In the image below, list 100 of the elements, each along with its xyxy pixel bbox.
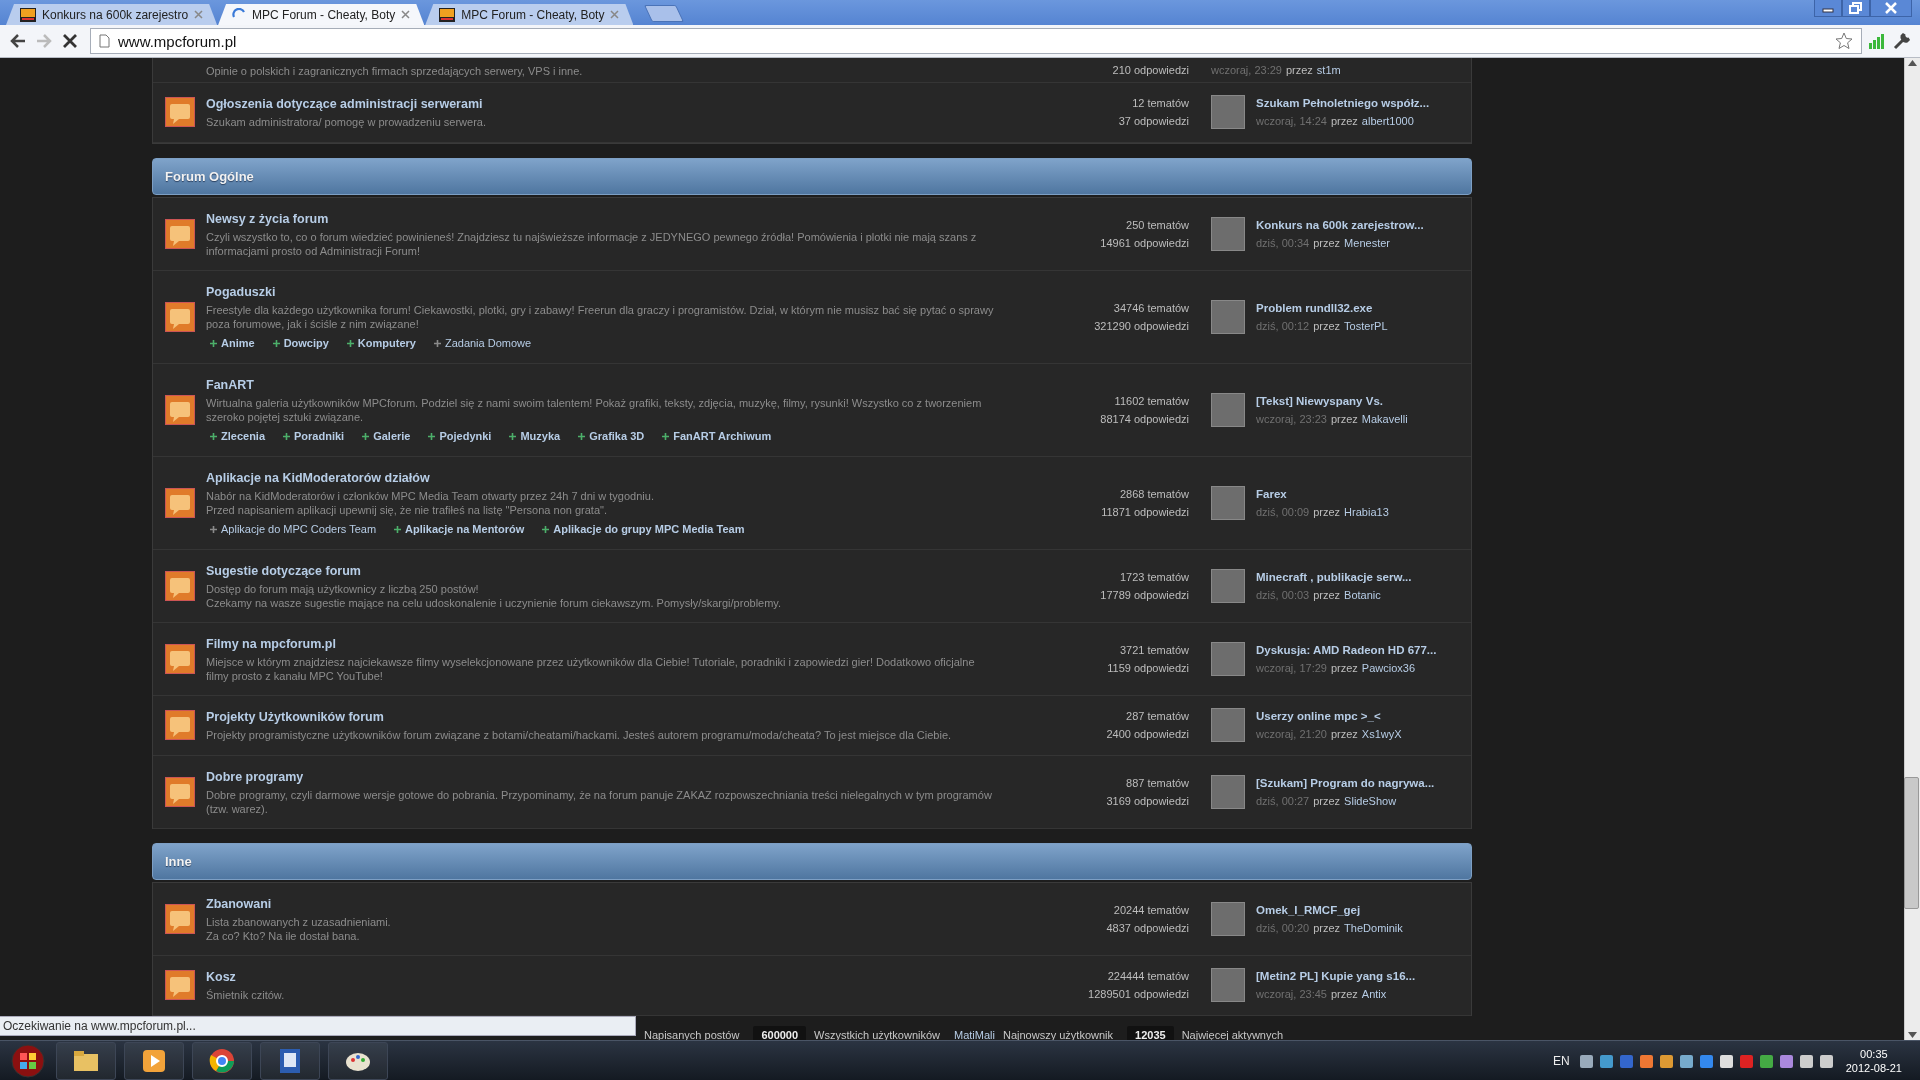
- last-post-link[interactable]: Omek_I_RMCF_gej: [1256, 900, 1403, 919]
- author-link[interactable]: TosterPL: [1344, 316, 1388, 335]
- forum-description: Projekty programistyczne użytkowników forum związane z botami/cheatami/hackami. Jesteś autorem programu/moda/cheata? To jest miejsce dla Ciebie.: [206, 728, 953, 742]
- last-post-link[interactable]: Userzy online mpc >_<: [1256, 707, 1402, 725]
- page-icon: [99, 34, 110, 48]
- clock[interactable]: 00:35 2012-08-21: [1845, 1046, 1902, 1075]
- forum-title-link[interactable]: Zbanowani: [206, 895, 272, 913]
- reply-count: 1289501 odpowiedzi: [1088, 987, 1189, 1002]
- author-link[interactable]: Menester: [1344, 233, 1390, 252]
- last-post-link[interactable]: Konkurs na 600k zarejestrow...: [1256, 215, 1424, 234]
- last-post-link[interactable]: Szukam Pełnoletniego współz...: [1256, 94, 1430, 112]
- username-link[interactable]: MatiMali: [954, 1029, 995, 1040]
- forum-description: Wirtualna galeria użytkowników MPCforum. Podziel się z nami swoim talentem! Pokaż grafiki, teksty, zdjęcia, muzykę, filmy, rysunki! Wszystko co z tworzeniem szeroko pojętej sztuki związane.: [206, 396, 983, 424]
- author-link[interactable]: Hrabia13: [1344, 502, 1389, 521]
- star-icon[interactable]: [1835, 32, 1853, 50]
- forum-icon: [165, 903, 195, 934]
- topic-count: 1723 tematów: [1119, 569, 1189, 585]
- forum-description: Dostęp do forum mają użytkownicy z liczbą 250 postów! Czekamy na wasze sugestie mające na celu udoskonalenie i uczynienie forum ciekawszym. Pomysły/skargi/problemy.: [206, 582, 783, 610]
- forum-title-link[interactable]: Kosz: [206, 968, 236, 986]
- subforum-link[interactable]: FanART Archiwum: [662, 428, 772, 444]
- plus-icon: [362, 432, 370, 440]
- post-time: dziś, 00:27: [1256, 793, 1310, 809]
- last-post-link[interactable]: [Tekst] Niewyspany Vs.: [1256, 391, 1408, 410]
- restore-button[interactable]: [1842, 0, 1870, 17]
- scrollbar[interactable]: [1904, 58, 1920, 1040]
- post-time: wczoraj, 17:29: [1256, 660, 1327, 676]
- last-post-link[interactable]: Problem rundll32.exe: [1256, 298, 1388, 317]
- scroll-up-icon[interactable]: [1908, 60, 1917, 66]
- topic-count: 20244 tematów: [1113, 902, 1189, 918]
- post-time: wczoraj, 21:20: [1256, 727, 1327, 742]
- topic-count: 2868 tematów: [1119, 486, 1189, 502]
- scroll-down-icon[interactable]: [1908, 1032, 1917, 1038]
- forum-title-link[interactable]: Newsy z życia forum: [206, 210, 329, 228]
- by-label: przez: [1330, 987, 1358, 1002]
- forum-title-link[interactable]: Aplikacje na KidModeratorów działów: [206, 469, 430, 487]
- forum-title-link[interactable]: FanART: [206, 376, 254, 394]
- last-post-link[interactable]: Minecraft , publikacje serw...: [1256, 567, 1412, 586]
- plus-icon: [272, 339, 280, 347]
- author-link[interactable]: Antix: [1361, 985, 1387, 1003]
- subforum-link[interactable]: Aplikacje na Mentorów: [394, 521, 525, 537]
- plus-icon: [210, 525, 217, 533]
- subforum-link[interactable]: Zlecenia: [210, 428, 266, 444]
- last-post-link[interactable]: Farex: [1256, 484, 1389, 503]
- author-link[interactable]: Pawciox36: [1361, 658, 1416, 677]
- last-post-link[interactable]: [Szukam] Program do nagrywa...: [1256, 773, 1435, 792]
- subforum-link[interactable]: Aplikacje do grupy MPC Media Team: [542, 521, 745, 537]
- subforum-link[interactable]: Zadania Domowe: [433, 335, 532, 351]
- forum-title-link[interactable]: Filmy na mpcforum.pl: [206, 635, 336, 653]
- browser-tab[interactable]: MPC Forum - Cheaty, Boty: [218, 4, 425, 25]
- forum-title-link[interactable]: Sugestie dotyczące forum: [206, 562, 361, 580]
- close-button[interactable]: [1870, 0, 1912, 17]
- topic-count: 250 tematów: [1126, 217, 1189, 233]
- topic-count: 11602 tematów: [1114, 393, 1189, 409]
- close-icon[interactable]: [401, 10, 411, 19]
- forum-title-link[interactable]: Ogłoszenia dotyczące administracji serwerami: [206, 95, 483, 113]
- browser-tab[interactable]: MPC Forum - Cheaty, Boty: [425, 4, 634, 25]
- subforum-link[interactable]: Galerie: [362, 428, 411, 444]
- language-indicator[interactable]: EN: [1553, 1053, 1570, 1068]
- forum-description: Śmietnik czitów.: [206, 988, 286, 1002]
- subforum-link[interactable]: Aplikacje do MPC Coders Team: [210, 521, 377, 537]
- forum-description: Lista zbanowanych z uzasadnieniami. Za co? Kto? Na ile dostał bana.: [206, 915, 392, 943]
- reply-count: 11871 odpowiedzi: [1101, 504, 1189, 520]
- plus-icon: [433, 339, 441, 347]
- topic-count: 287 tematów: [1126, 709, 1189, 724]
- author-link[interactable]: SlideShow: [1344, 791, 1397, 810]
- author-link[interactable]: st1m: [1316, 61, 1341, 79]
- avatar-placeholder: [1211, 299, 1245, 334]
- author-link[interactable]: Makavelli: [1361, 409, 1408, 428]
- start-button[interactable]: [8, 1042, 48, 1079]
- subforum-link[interactable]: Dowcipy: [272, 335, 329, 351]
- reply-count: 2400 odpowiedzi: [1106, 727, 1189, 742]
- last-post-link[interactable]: Dyskusja: AMD Radeon HD 677...: [1256, 640, 1437, 659]
- subforum-link[interactable]: Muzyka: [509, 428, 561, 444]
- address-field[interactable]: www.mpcforum.pl: [90, 28, 1862, 54]
- forum-description: Dobre programy, czyli darmowe wersje gotowe do pobrania. Przypominamy, że na forum panuje ZAKAZ rozpowszechniania treści nielegalnych w tym programów (tzw. warez).: [206, 788, 993, 816]
- plus-icon: [210, 339, 217, 347]
- stat-value: 12035: [1127, 1026, 1174, 1040]
- avatar-placeholder: [1211, 774, 1245, 809]
- browser-tab[interactable]: Konkurs na 600k zarejestro: [6, 4, 218, 25]
- author-link[interactable]: TheDominik: [1344, 918, 1403, 937]
- forum-icon: [165, 97, 195, 127]
- author-link[interactable]: Botanic: [1344, 585, 1381, 604]
- forum-title-link[interactable]: Pogaduszki: [206, 283, 276, 301]
- forum-icon: [165, 970, 195, 1000]
- author-link[interactable]: Xs1wyX: [1361, 725, 1402, 743]
- scrollbar-thumb[interactable]: [1904, 777, 1919, 909]
- forum-title-link[interactable]: Dobre programy: [206, 768, 304, 786]
- wrench-icon[interactable]: [1892, 31, 1912, 51]
- by-label: przez: [1313, 504, 1341, 520]
- subforum-link[interactable]: Anime: [210, 335, 255, 351]
- subforum-link[interactable]: Grafika 3D: [578, 428, 645, 444]
- forum-title-link[interactable]: Projekty Użytkowników forum: [206, 708, 384, 726]
- reply-count: 17789 odpowiedzi: [1100, 587, 1189, 603]
- subforum-link[interactable]: Pojedynki: [428, 428, 492, 444]
- last-post-link[interactable]: [Metin2 PL] Kupie yang s16...: [1256, 967, 1416, 985]
- subforum-link[interactable]: Komputery: [346, 335, 416, 351]
- subforum-link[interactable]: Poradniki: [283, 428, 345, 444]
- plus-icon: [394, 525, 402, 533]
- author-link[interactable]: albert1000: [1361, 112, 1414, 130]
- by-label: przez: [1313, 318, 1341, 334]
